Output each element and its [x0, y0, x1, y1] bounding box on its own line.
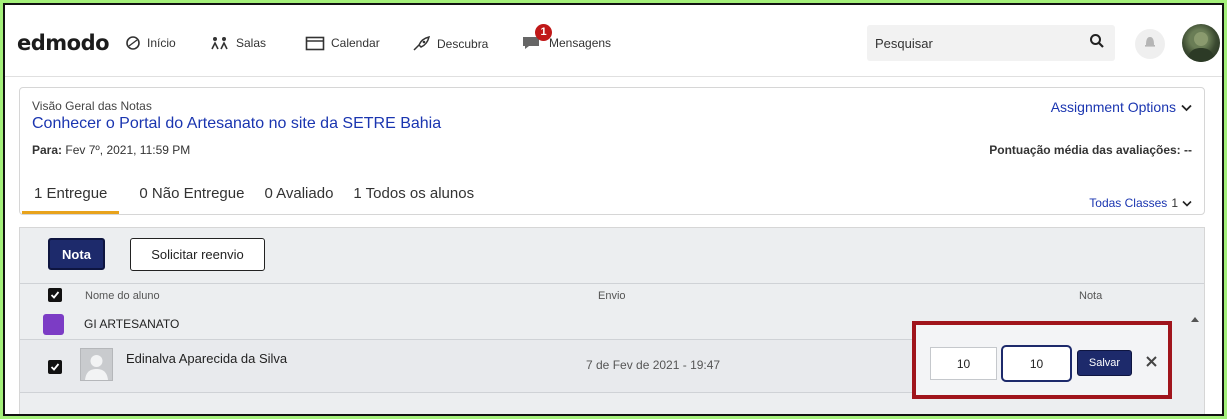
column-header-student-name[interactable]: Nome do aluno: [85, 290, 160, 302]
assignment-options-dropdown[interactable]: Assignment Options: [1051, 99, 1192, 115]
overview-label: Visão Geral das Notas: [32, 99, 152, 113]
checkmark-icon: [50, 291, 60, 299]
chevron-down-icon: [1181, 99, 1192, 115]
save-grade-button[interactable]: Salvar: [1077, 350, 1132, 376]
nav-item-calendar[interactable]: Calendar: [305, 35, 380, 51]
nav-item-messages[interactable]: Mensagens: [521, 35, 611, 51]
user-avatar[interactable]: [1182, 24, 1220, 62]
rocket-icon: [411, 35, 431, 53]
nav-item-discover[interactable]: Descubra: [411, 35, 488, 53]
due-date: Para: Fev 7º, 2021, 11:59 PM: [32, 143, 190, 157]
nav-item-label: Início: [147, 36, 176, 50]
app-frame: edmodo Início Salas Calendar Descubra Me…: [3, 3, 1224, 416]
due-value: Fev 7º, 2021, 11:59 PM: [65, 143, 191, 157]
search-box: [867, 25, 1115, 61]
table-row[interactable]: Edinalva Aparecida da Silva 7 de Fev de …: [20, 339, 912, 393]
nav-item-label: Descubra: [437, 37, 489, 51]
nav-item-classes[interactable]: Salas: [210, 35, 266, 51]
search-input[interactable]: [875, 27, 1080, 59]
student-checkbox[interactable]: [48, 360, 62, 374]
logo[interactable]: edmodo: [17, 31, 110, 55]
due-label: Para:: [32, 143, 63, 157]
home-icon: [125, 35, 141, 51]
grade-score-input[interactable]: [930, 347, 997, 380]
nav-item-label: Mensagens: [549, 36, 612, 50]
tab-not-submitted[interactable]: 0 Não Entregue: [139, 185, 244, 214]
submission-tabs: 1 Entregue 0 Não Entregue 0 Avaliado 1 T…: [22, 185, 474, 214]
top-nav: edmodo Início Salas Calendar Descubra Me…: [5, 5, 1222, 77]
student-name[interactable]: Edinalva Aparecida da Silva: [126, 351, 287, 366]
assignment-header-card: Visão Geral das Notas Conhecer o Portal …: [19, 87, 1205, 215]
bell-icon: [1142, 34, 1158, 55]
nav-item-home[interactable]: Início: [125, 35, 176, 51]
default-user-icon: [85, 355, 108, 380]
checkmark-icon: [50, 363, 60, 371]
table-header: Nome do aluno Envio Nota: [20, 283, 1204, 305]
average-score: Pontuação média das avaliações: --: [989, 143, 1192, 157]
scroll-up-arrow[interactable]: [1190, 310, 1200, 328]
tab-all-students[interactable]: 1 Todos os alunos: [353, 185, 474, 214]
cancel-grade-button[interactable]: [1142, 353, 1160, 373]
all-classes-dropdown[interactable]: Todas Classes 1: [1089, 196, 1192, 210]
all-classes-count: 1: [1171, 196, 1178, 210]
submission-date: 7 de Fev de 2021 - 19:47: [586, 358, 721, 372]
tab-graded[interactable]: 0 Avaliado: [264, 185, 333, 214]
group-name: GI ARTESANATO: [84, 317, 180, 331]
grade-entry-highlight: Salvar: [912, 321, 1172, 399]
grade-button[interactable]: Nota: [48, 238, 105, 270]
search-icon: [1089, 33, 1105, 54]
notifications-button[interactable]: [1135, 29, 1165, 59]
nav-item-label: Calendar: [331, 36, 380, 50]
close-icon: [1145, 354, 1157, 372]
request-resubmit-button[interactable]: Solicitar reenvio: [130, 238, 265, 271]
calendar-icon: [305, 35, 325, 51]
column-header-grade[interactable]: Nota: [1079, 290, 1102, 302]
search-button[interactable]: [1085, 31, 1109, 55]
grade-total-input[interactable]: [1001, 345, 1072, 382]
classes-icon: [210, 35, 230, 51]
tab-submitted[interactable]: 1 Entregue: [22, 185, 120, 214]
group-icon: [43, 314, 64, 335]
nav-item-label: Salas: [236, 36, 267, 50]
all-classes-label: Todas Classes: [1089, 196, 1168, 210]
avatar-photo-icon: [1187, 32, 1215, 62]
student-avatar: [80, 348, 113, 381]
messages-badge: 1: [535, 24, 552, 41]
assignment-title-link[interactable]: Conhecer o Portal do Artesanato no site …: [32, 115, 441, 133]
chevron-down-icon: [1182, 196, 1192, 210]
column-header-submission[interactable]: Envio: [598, 290, 626, 302]
select-all-checkbox[interactable]: [48, 288, 62, 302]
assignment-options-label: Assignment Options: [1050, 99, 1176, 115]
